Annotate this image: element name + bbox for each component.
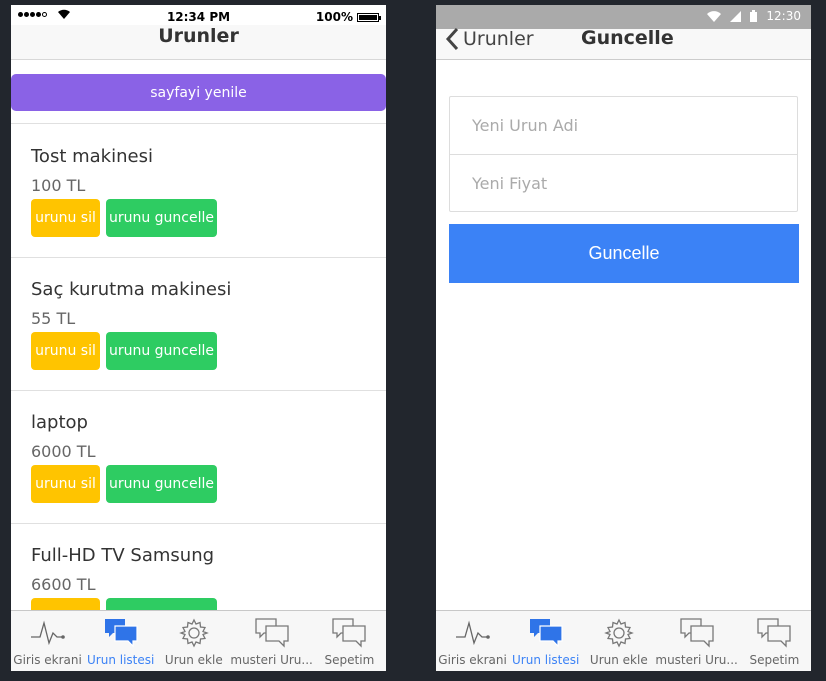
update-product-button[interactable]: urunu guncelle — [106, 465, 217, 503]
tab-urun-ekle[interactable]: Urun ekle — [157, 611, 230, 671]
wifi-icon — [707, 10, 722, 22]
product-name-input[interactable] — [470, 115, 797, 136]
app-bar: Urunler Guncelle — [436, 27, 811, 60]
tab-urun-ekle[interactable]: Urun ekle — [582, 611, 655, 671]
product-price: 55 TL — [31, 309, 76, 328]
tab-label: musteri Uru... — [655, 653, 738, 667]
product-name: Saç kurutma makinesi — [31, 279, 232, 300]
battery-percentage: 100% — [315, 10, 353, 24]
tab-label: Giris ekrani — [13, 653, 82, 667]
chat-bubbles-outline-icon — [679, 617, 715, 649]
delete-product-button[interactable]: urunu sil — [31, 465, 100, 503]
status-bar: 12:34 PM 100% — [11, 5, 386, 25]
back-button[interactable]: Urunler — [445, 27, 534, 51]
android-screen: 12:30 Urunler Guncelle Guncelle Giris ek… — [436, 5, 811, 671]
tab-bar: Giris ekrani Urun listesi Urun ekle must… — [11, 610, 386, 671]
tab-bar: Giris ekrani Urun listesi Urun ekle must… — [436, 610, 811, 671]
update-product-button[interactable]: urunu guncelle — [106, 332, 217, 370]
gear-icon — [176, 617, 212, 649]
update-form — [449, 96, 798, 212]
price-input[interactable] — [470, 173, 797, 194]
tab-label: Giris ekrani — [438, 653, 507, 667]
status-time: 12:30 — [766, 9, 801, 23]
page-title: Guncelle — [581, 27, 674, 49]
product-name: Tost makinesi — [31, 146, 153, 167]
tab-sepetim[interactable]: Sepetim — [738, 611, 811, 671]
chat-bubbles-icon — [103, 617, 139, 649]
tab-musteri-urunleri[interactable]: musteri Uru... — [230, 611, 313, 671]
tab-giris-ekrani[interactable]: Giris ekrani — [11, 611, 84, 671]
product-item: Tost makinesi 100 TL urunu sil urunu gun… — [11, 125, 386, 258]
update-submit-button[interactable]: Guncelle — [449, 224, 799, 283]
tab-label: Urun listesi — [512, 653, 580, 667]
tab-urun-listesi[interactable]: Urun listesi — [84, 611, 157, 671]
update-product-button[interactable]: urunu guncelle — [106, 199, 217, 237]
chat-bubbles-outline-icon — [331, 617, 367, 649]
divider — [11, 123, 386, 124]
tab-giris-ekrani[interactable]: Giris ekrani — [436, 611, 509, 671]
pulse-icon — [455, 617, 491, 649]
form-row — [450, 155, 797, 212]
product-name: Full-HD TV Samsung — [31, 545, 215, 566]
product-price: 6000 TL — [31, 442, 96, 461]
tab-urun-listesi[interactable]: Urun listesi — [509, 611, 582, 671]
product-item: laptop 6000 TL urunu sil urunu guncelle — [11, 391, 386, 524]
tab-sepetim[interactable]: Sepetim — [313, 611, 386, 671]
chat-bubbles-outline-icon — [254, 617, 290, 649]
product-item: Saç kurutma makinesi 55 TL urunu sil uru… — [11, 258, 386, 391]
tab-label: musteri Uru... — [230, 653, 313, 667]
delete-product-button[interactable]: urunu sil — [31, 199, 100, 237]
delete-product-button[interactable]: urunu sil — [31, 332, 100, 370]
refresh-button[interactable]: sayfayi yenile — [11, 74, 386, 111]
battery-icon — [750, 10, 758, 22]
pulse-icon — [30, 617, 66, 649]
product-price: 100 TL — [31, 176, 86, 195]
form-row — [450, 97, 797, 154]
product-price: 6600 TL — [31, 575, 96, 594]
tab-label: Urun ekle — [589, 653, 648, 667]
gear-icon — [601, 617, 637, 649]
tab-label: Sepetim — [749, 653, 800, 667]
product-name: laptop — [31, 412, 88, 433]
status-bar: 12:30 — [436, 5, 811, 29]
battery-icon — [357, 13, 381, 22]
ios-screen: 12:34 PM 100% Urunler sayfayi yenile Tos… — [11, 5, 386, 671]
chevron-left-icon — [445, 27, 459, 51]
tab-label: Urun ekle — [164, 653, 223, 667]
chat-bubbles-outline-icon — [756, 617, 792, 649]
tab-label: Urun listesi — [87, 653, 155, 667]
back-label: Urunler — [463, 28, 534, 50]
nav-bar: Urunler — [11, 25, 386, 60]
chat-bubbles-icon — [528, 617, 564, 649]
page-title: Urunler — [158, 25, 239, 47]
signal-icon — [730, 10, 742, 22]
tab-musteri-urunleri[interactable]: musteri Uru... — [655, 611, 738, 671]
tab-label: Sepetim — [324, 653, 375, 667]
